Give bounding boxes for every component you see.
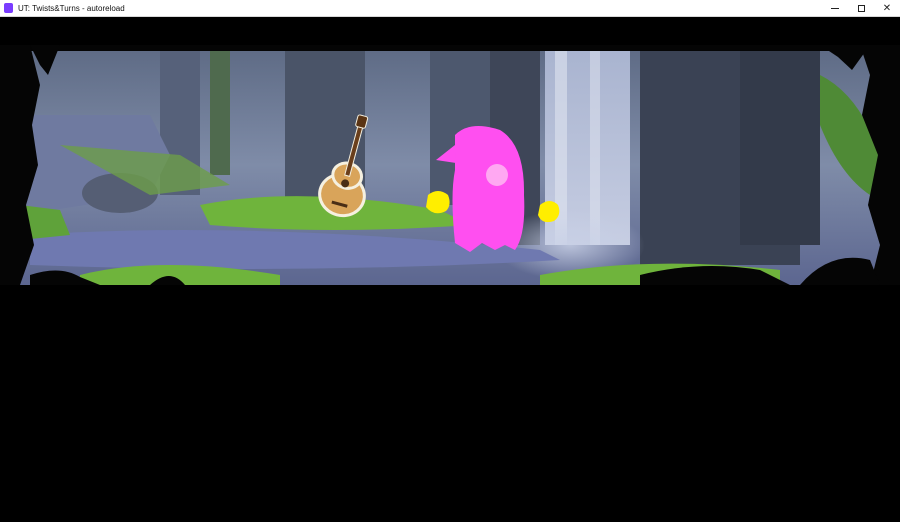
window-controls: ✕ <box>822 0 900 16</box>
left-hand <box>426 191 450 214</box>
window-title: UT: Twists&Turns - autoreload <box>18 3 125 13</box>
right-hand <box>538 201 560 223</box>
game-window: UT: Twists&Turns - autoreload ✕ <box>0 0 900 522</box>
app-icon <box>4 3 13 13</box>
game-viewport[interactable] <box>0 17 900 522</box>
minimize-button[interactable] <box>822 0 848 16</box>
maximize-icon <box>857 4 865 12</box>
minimize-icon <box>831 7 839 9</box>
character-eye <box>486 164 508 186</box>
close-icon: ✕ <box>882 2 892 14</box>
title-bar[interactable]: UT: Twists&Turns - autoreload ✕ <box>0 0 900 17</box>
close-button[interactable]: ✕ <box>874 0 900 16</box>
maximize-button[interactable] <box>848 0 874 16</box>
game-scene[interactable] <box>0 45 900 285</box>
